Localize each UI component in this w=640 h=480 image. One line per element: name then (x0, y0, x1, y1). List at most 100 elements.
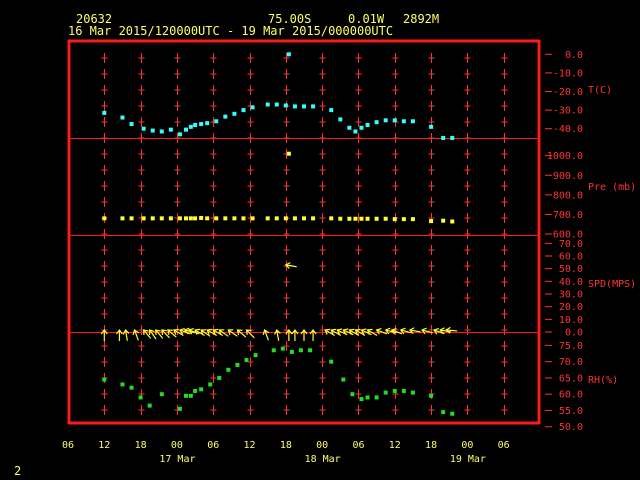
x-hour-label: 12 (98, 440, 110, 451)
pressure-tick-label: 800.0 (553, 190, 583, 201)
humidity-point (298, 348, 303, 353)
x-hour-label: 00 (461, 440, 473, 451)
pressure-point (429, 219, 434, 224)
humidity-point (410, 390, 415, 395)
x-hour-label: 18 (280, 440, 292, 451)
temperature-point (184, 127, 188, 132)
humidity-point (120, 382, 125, 387)
pressure-point (392, 217, 397, 222)
humidity-point (365, 395, 370, 400)
pressure-tick-label: 900.0 (553, 171, 583, 182)
humidity-point (184, 393, 188, 398)
humidity-point (441, 410, 446, 415)
pressure-point (302, 216, 306, 221)
temperature-point (429, 124, 434, 129)
pressure-point (311, 216, 316, 221)
humidity-point (147, 403, 152, 408)
humidity-point (193, 388, 198, 393)
humidity-point (226, 367, 231, 372)
x-hour-label: 12 (389, 440, 401, 451)
wind-panel-label: SPD(MPS) (588, 279, 636, 290)
meteogram-chart: 0.0 -10.0 -20.0 -30.0 -40.0 T(C) 1000.0 900.0 80… (62, 39, 636, 465)
wind-tick-label: 20.0 (559, 302, 583, 313)
pressure-point (241, 216, 246, 221)
humidity-point (359, 397, 364, 402)
humidity-point (199, 387, 204, 392)
humidity-point (374, 395, 379, 400)
humidity-point (235, 362, 240, 367)
temperature-point (214, 119, 219, 124)
x-hour-label: 00 (316, 440, 328, 451)
pressure-point (232, 216, 237, 221)
x-hour-label: 12 (244, 440, 256, 451)
temperature-point (347, 125, 352, 130)
x-hour-label: 18 (425, 440, 437, 451)
temperature-point (265, 102, 270, 107)
humidity-tick-label: 75.0 (559, 341, 583, 352)
pressure-point (410, 217, 415, 222)
temperature-panel-label: T(C) (588, 85, 612, 96)
humidity-tick-label: 60.0 (559, 390, 583, 401)
pressure-point (374, 216, 379, 221)
humidity-point (208, 382, 213, 387)
plot-area (68, 40, 540, 424)
temperature-point (129, 122, 134, 127)
humidity-panel-label: RH(%) (588, 375, 618, 386)
temperature-point (374, 120, 379, 125)
temperature-point (223, 114, 228, 119)
temperature-point (286, 52, 291, 57)
humidity-point (188, 393, 193, 398)
pressure-tick-label: 1000.0 (547, 151, 583, 162)
temperature-point (392, 118, 397, 123)
temperature-point (311, 104, 316, 109)
pressure-point (292, 216, 297, 221)
humidity-point (401, 388, 406, 393)
pressure-point (177, 216, 182, 221)
humidity-point (329, 359, 334, 364)
pressure-point (329, 216, 334, 221)
humidity-point (392, 388, 397, 393)
temperature-point (241, 108, 246, 113)
temperature-point (338, 117, 343, 122)
temperature-point (450, 136, 455, 140)
x-hour-label: 06 (352, 440, 364, 451)
temperature-point (150, 128, 155, 133)
pressure-point (365, 216, 370, 221)
humidity-point (253, 353, 258, 358)
temperature-point (250, 105, 255, 110)
temperature-point (353, 129, 358, 134)
x-hour-label: 06 (498, 440, 510, 451)
temperature-tick-label: 0.0 (565, 50, 583, 61)
humidity-point (341, 377, 346, 382)
pressure-point (129, 216, 134, 221)
pressure-point (353, 216, 358, 221)
humidity-point (138, 395, 143, 400)
temperature-point (199, 122, 204, 127)
temperature-tick-label: -30.0 (553, 106, 583, 117)
pressure-point (214, 216, 219, 221)
temperature-point (292, 104, 297, 109)
humidity-point (244, 358, 249, 363)
pressure-point (265, 216, 270, 221)
humidity-point (350, 392, 355, 397)
pressure-point (168, 216, 173, 221)
pressure-point (274, 216, 279, 221)
pressure-point (401, 217, 406, 222)
humidity-tick-label: 70.0 (559, 357, 583, 368)
humidity-point (383, 390, 388, 395)
pressure-point (223, 216, 228, 221)
pressure-point (283, 216, 288, 221)
pressure-point (205, 216, 210, 221)
x-date-label: 17 Mar (159, 454, 195, 465)
temperature-point (302, 104, 306, 109)
pressure-point (120, 216, 125, 221)
temperature-point (168, 127, 173, 132)
wind-tick-label: 0.0 (565, 328, 583, 339)
wind-tick-label: 70.0 (559, 239, 583, 250)
wind-tick-label: 10.0 (559, 315, 583, 326)
temperature-point (410, 119, 415, 124)
humidity-point (280, 346, 285, 351)
humidity-tick-label: 55.0 (559, 406, 583, 417)
pressure-point (141, 216, 146, 221)
x-hour-label: 18 (135, 440, 147, 451)
